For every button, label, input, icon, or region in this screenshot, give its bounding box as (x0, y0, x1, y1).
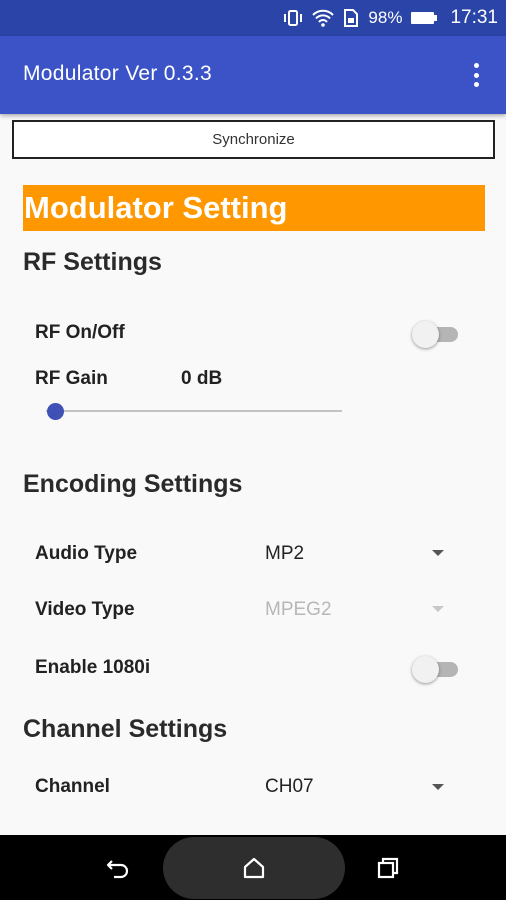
status-bar: 98% 17:31 (0, 0, 506, 36)
chevron-down-icon[interactable] (432, 550, 444, 556)
audio-type-dropdown[interactable]: MP2 (265, 543, 304, 565)
battery-percent: 98% (368, 8, 403, 27)
enable-1080i-label: Enable 1080i (35, 657, 151, 678)
battery-icon (410, 9, 438, 27)
app-title: Modulator Ver 0.3.3 (23, 62, 212, 85)
rf-settings-heading: RF Settings (23, 248, 162, 276)
slider-knob[interactable] (47, 403, 64, 420)
channel-label: Channel (35, 776, 110, 797)
app-bar: Modulator Ver 0.3.3 (0, 36, 506, 114)
audio-type-label: Audio Type (35, 543, 138, 564)
status-icons: 98% 17:31 (282, 0, 498, 36)
encoding-settings-heading: Encoding Settings (23, 470, 243, 498)
synchronize-button[interactable]: Synchronize (12, 120, 495, 159)
channel-dropdown[interactable]: CH07 (265, 776, 314, 798)
rf-gain-value: 0 dB (181, 368, 223, 389)
video-type-label: Video Type (35, 599, 135, 620)
video-type-dropdown: MPEG2 (265, 599, 332, 620)
overflow-menu-icon[interactable] (464, 60, 488, 90)
rf-gain-label: RF Gain (35, 368, 108, 389)
channel-settings-heading: Channel Settings (23, 715, 228, 743)
sim-icon (342, 8, 360, 28)
status-time: 17:31 (450, 7, 498, 28)
home-icon[interactable] (240, 855, 268, 881)
switch-thumb (412, 321, 439, 348)
navigation-bar (0, 835, 506, 900)
chevron-down-icon (432, 606, 444, 612)
slider-rail (46, 410, 342, 412)
back-icon[interactable] (105, 855, 133, 881)
rf-gain-slider[interactable] (46, 400, 342, 422)
chevron-down-icon[interactable] (432, 784, 444, 790)
modulator-setting-banner: Modulator Setting (23, 185, 485, 231)
recents-icon[interactable] (374, 855, 402, 881)
rf-onoff-switch[interactable] (412, 318, 460, 350)
wifi-icon (312, 8, 335, 28)
rf-onoff-label: RF On/Off (35, 322, 125, 343)
vibrate-icon (282, 8, 304, 28)
enable-1080i-switch[interactable] (412, 653, 460, 685)
switch-thumb (412, 656, 439, 683)
